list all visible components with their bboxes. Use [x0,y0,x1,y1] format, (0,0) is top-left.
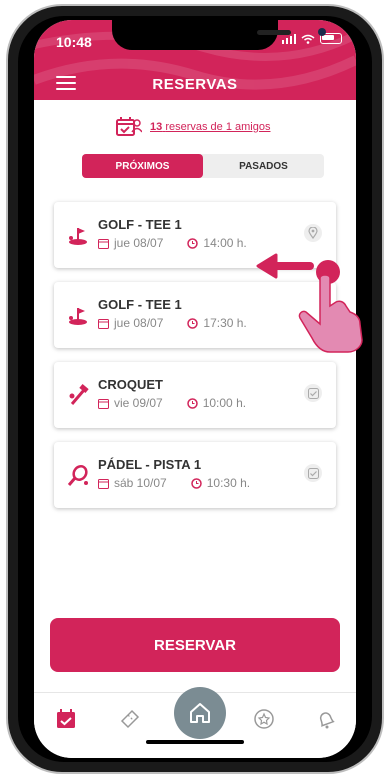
reservation-date: jue 08/07 [114,236,164,250]
star-badge-icon[interactable] [252,707,276,731]
padel-icon [67,465,88,486]
clock-icon [190,477,202,489]
wifi-icon [301,34,315,44]
reservation-date: sáb 10/07 [114,476,167,490]
camera [318,28,326,36]
speaker [257,30,291,35]
reservation-title: PÁDEL - PISTA 1 [98,457,202,472]
page-title: RESERVAS [152,76,238,93]
reservation-card[interactable]: GOLF - TEE 1 jue 08/07 17:30 h. [54,282,336,348]
reservation-title: CROQUET [98,377,163,392]
reservation-tabs: PRÓXIMOS PASADOS [82,154,324,178]
bottom-nav [34,687,356,758]
home-indicator [146,740,244,744]
reservation-card[interactable]: GOLF - TEE 1 jue 08/07 14:00 h. [54,202,336,268]
home-icon [190,703,210,723]
croquet-icon [69,384,89,405]
reservation-date: jue 08/07 [114,316,164,330]
reservation-date: vie 09/07 [114,396,163,410]
friends-label: reservas de 1 amigos [165,121,271,133]
reservation-time: 17:30 h. [203,316,247,330]
check-icon[interactable] [304,464,322,482]
reservation-time: 10:30 h. [206,476,251,490]
date-icon [98,238,109,249]
date-icon [98,398,109,409]
reservation-title: GOLF - TEE 1 [98,217,182,232]
check-icon[interactable] [304,384,322,402]
app-screen: 10:48 RESERVAS 13 reservas de 1 amigos P… [34,20,356,758]
reservation-time: 10:00 h. [202,396,247,410]
reservation-card[interactable]: PÁDEL - PISTA 1 sáb 10/07 10:30 h. [54,442,336,508]
date-icon [98,318,109,329]
clock-icon [187,237,199,249]
reservation-meta: jue 08/07 17:30 h. [98,316,247,330]
tab-pasados[interactable]: PASADOS [203,154,324,178]
date-icon [98,478,109,489]
calendar-icon[interactable] [54,707,78,731]
status-time: 10:48 [56,34,92,50]
reservation-meta: sáb 10/07 10:30 h. [98,476,250,490]
signal-icon [282,33,296,44]
calendar-friends-icon [116,117,142,136]
device-frame: 10:48 RESERVAS 13 reservas de 1 amigos P… [0,0,390,778]
location-pin-icon[interactable] [304,224,322,242]
reservation-card[interactable]: CROQUET vie 09/07 10:00 h. [54,362,336,428]
reservation-time: 14:00 h. [203,236,247,250]
golf-icon [69,228,87,245]
status-icons [282,33,342,44]
home-button[interactable] [174,687,226,739]
device-notch [112,20,326,50]
tab-proximos[interactable]: PRÓXIMOS [82,154,203,178]
friends-reservations-link[interactable]: 13 reservas de 1 amigos [116,116,270,138]
ticket-icon[interactable] [118,707,142,731]
bell-icon[interactable] [314,707,338,731]
reservation-meta: jue 08/07 14:00 h. [98,236,247,250]
reserve-button[interactable]: RESERVAR [50,618,340,672]
golf-icon [69,308,87,325]
reservation-meta: vie 09/07 10:00 h. [98,396,246,410]
friends-count: 13 [150,121,163,133]
reservation-title: GOLF - TEE 1 [98,297,182,312]
clock-icon [186,397,198,409]
clock-icon [187,317,199,329]
